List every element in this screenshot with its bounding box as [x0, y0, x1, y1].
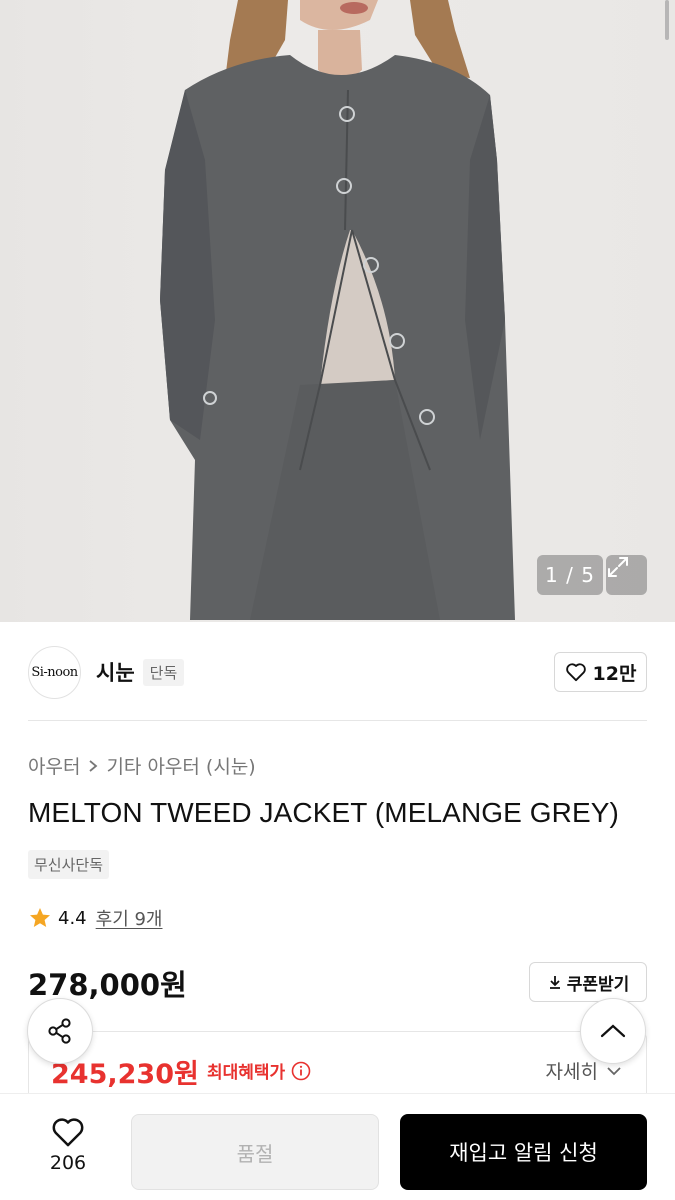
brand-logo-text: Si-noon	[31, 664, 78, 680]
wishlist-count: 206	[49, 1152, 87, 1174]
heart-icon	[52, 1118, 84, 1147]
bottom-action-bar: 206 품절 재입고 알림 신청	[0, 1093, 675, 1200]
share-button[interactable]	[27, 998, 93, 1064]
expand-icon	[608, 557, 628, 577]
product-title: MELTON TWEED JACKET (MELANGE GREY)	[28, 797, 619, 828]
chevron-up-icon	[600, 1024, 626, 1038]
benefit-label-text: 최대혜택가	[207, 1063, 286, 1083]
chevron-down-icon	[607, 1066, 621, 1075]
review-link[interactable]: 후기 9개	[96, 905, 163, 931]
breadcrumb-item-outer[interactable]: 아우터	[28, 752, 80, 779]
info-icon[interactable]	[291, 1061, 311, 1081]
heart-icon	[565, 663, 586, 682]
breadcrumb-item-other-outer[interactable]: 기타 아우터 (시눈)	[106, 752, 255, 779]
soldout-button[interactable]: 품절	[131, 1114, 379, 1190]
coupon-label: 쿠폰받기	[566, 974, 630, 995]
coupon-button[interactable]: 쿠폰받기	[529, 962, 647, 1002]
brand-exclusive-badge: 단독	[142, 658, 185, 686]
scrollbar[interactable]	[665, 0, 669, 40]
download-icon	[549, 976, 560, 989]
rating-score: 4.4	[58, 907, 87, 929]
share-icon	[48, 1018, 71, 1044]
product-price: 278,000원	[28, 968, 187, 1002]
star-icon	[30, 908, 50, 927]
benefit-detail-label: 자세히	[545, 1061, 598, 1083]
product-photo-jacket	[160, 0, 515, 620]
restock-alert-button[interactable]: 재입고 알림 신청	[400, 1114, 647, 1190]
breadcrumb: 아우터 기타 아우터 (시눈)	[28, 752, 256, 779]
chevron-right-icon	[89, 759, 98, 772]
brand-like-count: 12만	[592, 662, 637, 685]
brand-logo[interactable]: Si-noon	[28, 645, 81, 699]
wishlist-button[interactable]: 206	[28, 1116, 108, 1174]
benefit-label: 최대혜택가	[207, 1058, 311, 1083]
scroll-top-button[interactable]	[580, 998, 646, 1064]
image-counter: 1 / 5	[537, 555, 603, 595]
exclusive-tag: 무신사단독	[28, 850, 110, 879]
divider	[28, 720, 647, 721]
brand-name[interactable]: 시눈	[96, 657, 135, 687]
expand-button[interactable]	[606, 555, 647, 595]
brand-row: Si-noon 시눈 단독 12만	[28, 645, 647, 699]
product-image[interactable]: 1 / 5	[0, 0, 675, 622]
rating: 4.4 후기 9개	[28, 905, 163, 931]
brand-like-button[interactable]: 12만	[554, 652, 647, 692]
